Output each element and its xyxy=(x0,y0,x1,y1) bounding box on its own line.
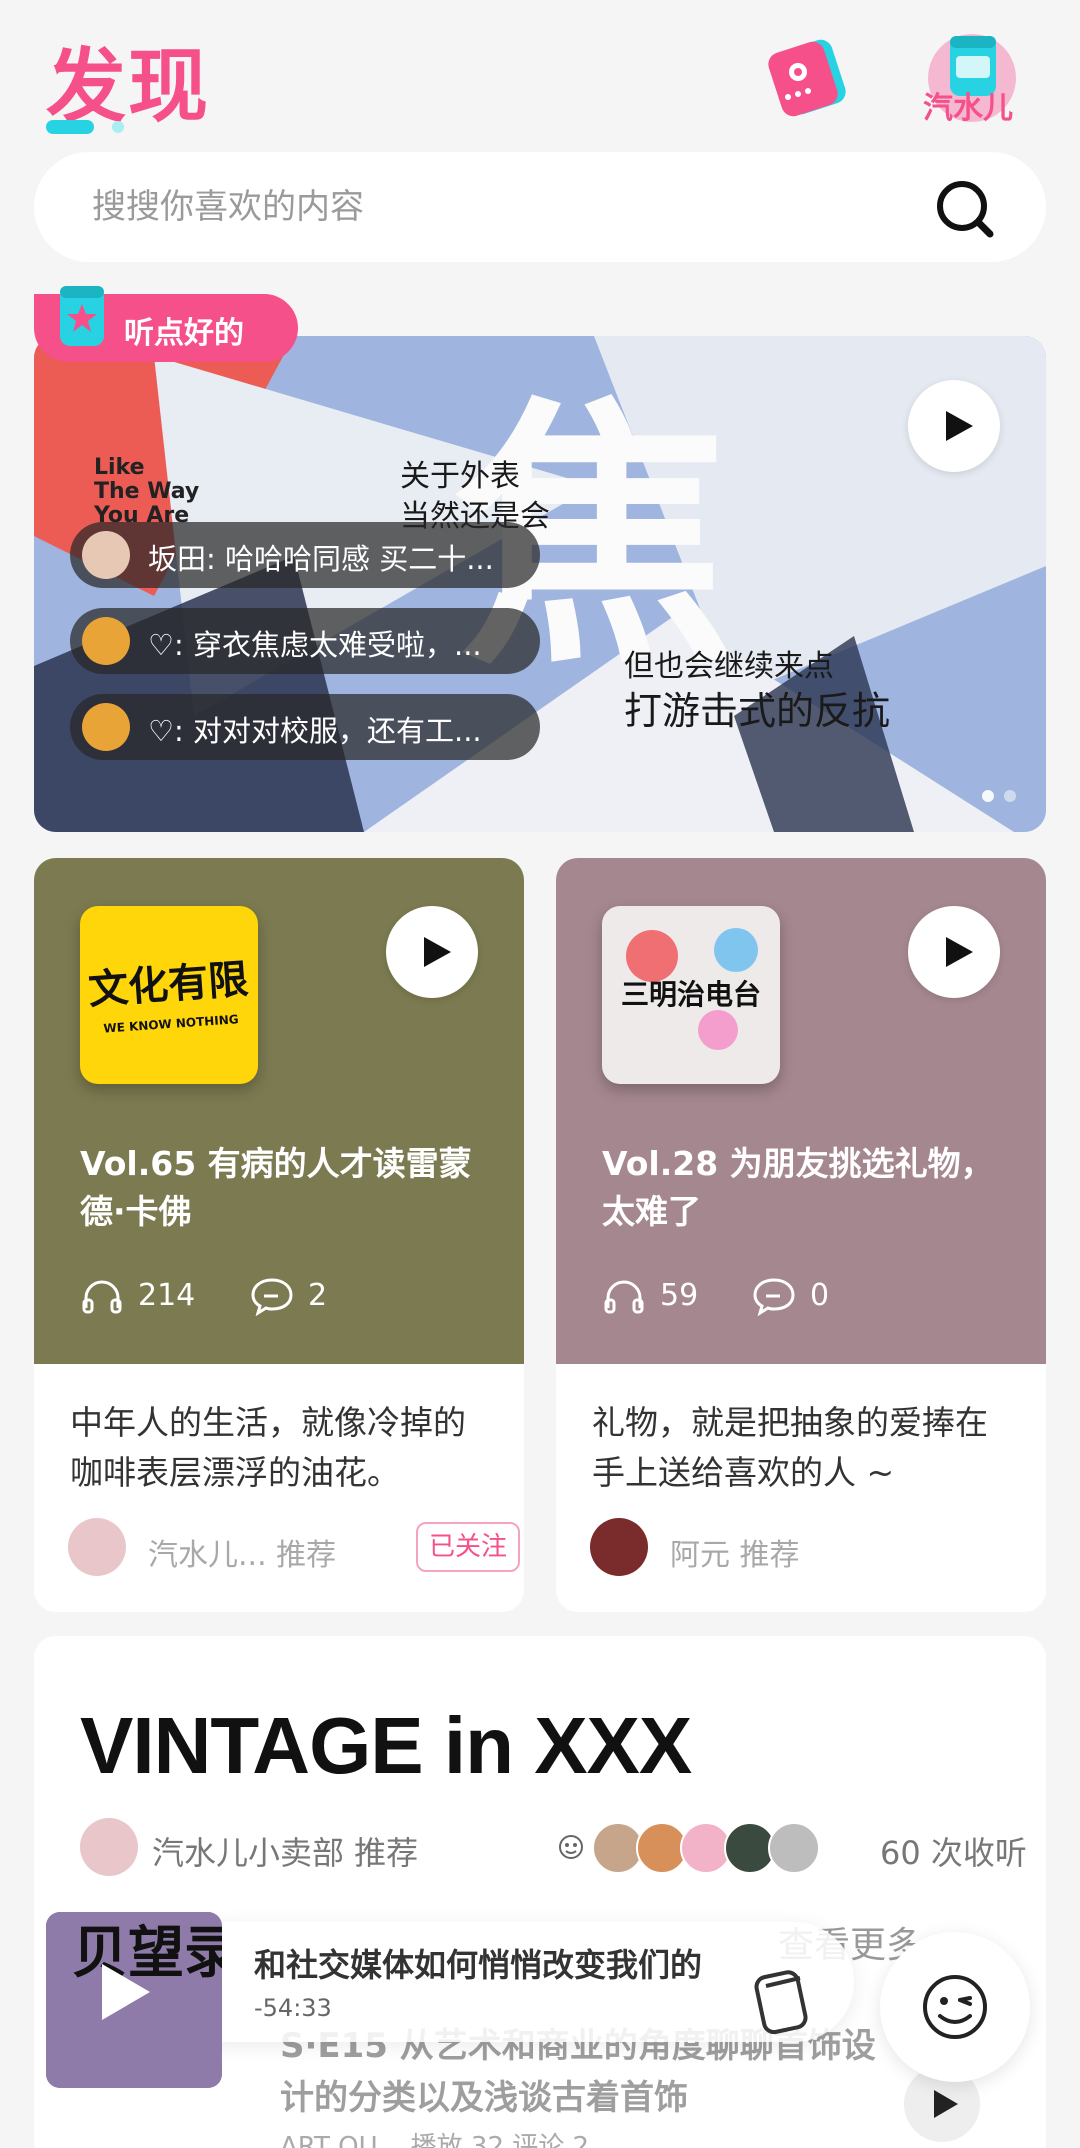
avatar xyxy=(590,1518,648,1576)
playlist-track-meta: ART OU... 播放 32 评论 2 xyxy=(280,2132,590,2148)
avatar xyxy=(68,1518,126,1576)
soda-can-icon xyxy=(60,286,104,346)
episode-card[interactable]: 三明治电台 Vol.28 为朋友挑选礼物，太难了 59 0 礼物，就是把抽象的爱… xyxy=(556,858,1046,1612)
play-icon xyxy=(424,937,451,967)
episode-card-header: 三明治电台 Vol.28 为朋友挑选礼物，太难了 59 0 xyxy=(556,858,1046,1364)
episode-card[interactable]: 文化有限 WE KNOW NOTHING Vol.65 有病的人才读雷蒙德·卡佛… xyxy=(34,858,524,1612)
danmaku-comment[interactable]: 坂田: 哈哈哈同感 买二十... xyxy=(70,522,540,588)
recommender[interactable]: 阿元 推荐 xyxy=(590,1518,1030,1578)
comment-icon xyxy=(251,1278,293,1316)
svg-text:贝望录。: 贝望录。 xyxy=(72,1920,222,1986)
avatar xyxy=(82,531,130,579)
episode-play-button[interactable] xyxy=(386,906,478,998)
indicator-inactive xyxy=(112,121,124,133)
play-icon xyxy=(946,411,973,441)
listener-face-icon xyxy=(559,1835,583,1859)
episode-description: 中年人的生活，就像冷掉的咖啡表层漂浮的油花。 xyxy=(70,1403,466,1492)
playlist-title: VINTAGE in XXX xyxy=(80,1701,692,1790)
episode-title: Vol.28 为朋友挑选礼物，太难了 xyxy=(602,1144,994,1231)
svg-text:三明治电台: 三明治电台 xyxy=(621,978,761,1011)
search-bar[interactable] xyxy=(34,152,1046,262)
danmaku-comment[interactable]: ♡: 对对对校服，还有工... xyxy=(70,694,540,760)
banner-line1: 关于外表 xyxy=(400,459,520,494)
featured-banner[interactable]: 焦 Like The Way You Are 关于外表 当然还是会 但也会继续来… xyxy=(34,336,1046,832)
episode-card-header: 文化有限 WE KNOW NOTHING Vol.65 有病的人才读雷蒙德·卡佛… xyxy=(34,858,524,1364)
mini-player-time: -54:33 xyxy=(254,1994,332,2022)
episode-description: 礼物，就是把抽象的爱捧在手上送给喜欢的人 ~ xyxy=(592,1403,988,1492)
follow-button[interactable]: 已关注 xyxy=(416,1522,520,1572)
episode-title: Vol.65 有病的人才读雷蒙德·卡佛 xyxy=(80,1144,472,1231)
avatar xyxy=(768,1822,820,1874)
svg-text:Like: Like xyxy=(94,455,145,480)
playlist-recommender: 汽水儿小卖部 推荐 60 次收听 xyxy=(80,1818,1027,1878)
search-input[interactable] xyxy=(92,182,892,232)
mini-player-cover[interactable]: 贝望录。 xyxy=(46,1912,222,2088)
soda-label: 汽水儿 xyxy=(923,91,1013,126)
podcast-cover: 文化有限 WE KNOW NOTHING xyxy=(80,906,258,1084)
soda-can-icon[interactable] xyxy=(750,1964,814,2036)
mini-player-title: 和社交媒体如何悄悄改变我们的 xyxy=(254,1946,703,1984)
banner-line3: 但也会继续来点 xyxy=(624,649,834,684)
banner-tag: 听点好的 xyxy=(34,286,298,362)
mini-player[interactable]: 贝望录。 和社交媒体如何悄悄改变我们的 -54:33 xyxy=(34,1898,854,2088)
svg-text:文化有限: 文化有限 xyxy=(87,956,250,1013)
indicator-active xyxy=(46,120,94,134)
comment-icon xyxy=(753,1278,795,1316)
headphones-icon xyxy=(82,1280,122,1314)
wink-face-icon xyxy=(923,1975,987,2039)
pager-dot xyxy=(1004,790,1016,802)
danmaku-comment[interactable]: ♡: 穿衣焦虑太难受啦，... xyxy=(70,608,540,674)
svg-text:WE KNOW NOTHING: WE KNOW NOTHING xyxy=(103,1012,239,1035)
banner-play-button[interactable] xyxy=(908,380,1000,472)
play-icon xyxy=(934,2090,958,2118)
banner-line4: 打游击式的反抗 xyxy=(624,689,890,733)
search-icon[interactable] xyxy=(934,178,996,240)
ticket-icon[interactable] xyxy=(752,22,862,132)
banner-tag-label: 听点好的 xyxy=(124,316,244,351)
avatar xyxy=(82,703,130,751)
play-icon xyxy=(946,937,973,967)
avatar xyxy=(82,617,130,665)
pager-dot-active xyxy=(982,790,994,802)
headphones-icon xyxy=(604,1280,644,1314)
banner-pager xyxy=(972,787,1016,806)
recommender[interactable]: 汽水儿... 推荐 已关注 xyxy=(68,1518,520,1578)
svg-text:The Way: The Way xyxy=(94,479,199,504)
episode-play-button[interactable] xyxy=(908,906,1000,998)
emoji-button[interactable] xyxy=(880,1932,1030,2082)
recommender-name: 汽水儿小卖部 推荐 xyxy=(152,1834,419,1872)
recommender-name: 阿元 推荐 xyxy=(670,1538,800,1573)
soda-can-avatar-icon[interactable]: 汽水儿 xyxy=(912,22,1022,132)
podcast-cover: 三明治电台 xyxy=(602,906,780,1084)
recommender-name: 汽水儿... 推荐 xyxy=(148,1538,337,1573)
listen-count: 60 次收听 xyxy=(880,1834,1027,1872)
avatar xyxy=(80,1818,138,1876)
